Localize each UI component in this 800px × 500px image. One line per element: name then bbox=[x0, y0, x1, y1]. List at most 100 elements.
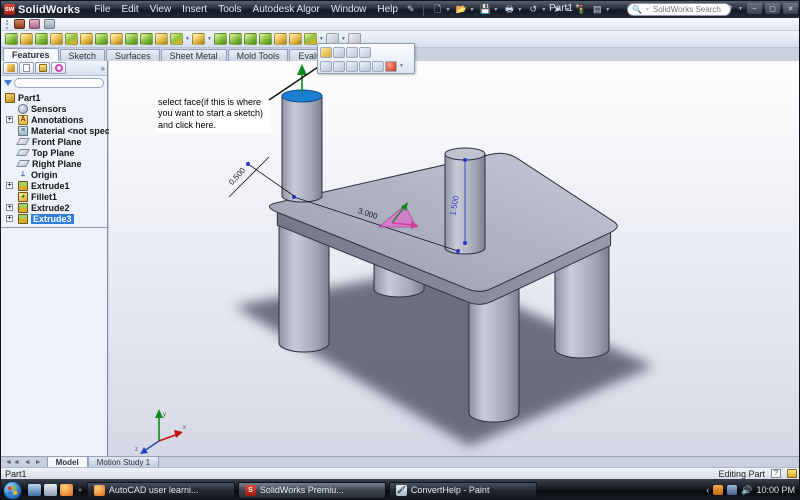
fillet-caret[interactable]: ▼ bbox=[185, 36, 190, 42]
menu-edit[interactable]: Edit bbox=[116, 2, 143, 17]
tree-item-origin[interactable]: ⟘Origin bbox=[1, 169, 107, 180]
dimxpert-tab-icon[interactable] bbox=[51, 62, 66, 74]
linear-pattern-icon[interactable] bbox=[192, 33, 205, 45]
menu-tools[interactable]: Tools bbox=[213, 2, 246, 17]
assembly-tool-icon[interactable] bbox=[14, 19, 25, 29]
draft-icon[interactable] bbox=[229, 33, 242, 45]
expand-box[interactable]: + bbox=[6, 215, 13, 222]
tray-chevron[interactable]: ‹ bbox=[706, 485, 709, 495]
save-caret[interactable]: ▼ bbox=[493, 7, 498, 13]
swept-cut-icon[interactable] bbox=[125, 33, 138, 45]
tree-item-fillet1[interactable]: ◕Fillet1 bbox=[1, 191, 107, 202]
dome-icon[interactable] bbox=[274, 33, 287, 45]
tab-model[interactable]: Model bbox=[47, 457, 88, 468]
show-desktop-icon[interactable] bbox=[28, 484, 41, 496]
expand-box[interactable]: + bbox=[6, 204, 13, 211]
menu-insert[interactable]: Insert bbox=[177, 2, 212, 17]
tab-motion-study[interactable]: Motion Study 1 bbox=[88, 457, 159, 468]
save-icon[interactable]: 💾 bbox=[479, 4, 491, 16]
reference-geometry-icon[interactable] bbox=[304, 33, 317, 45]
menu-view[interactable]: View bbox=[145, 2, 177, 17]
help-icon[interactable]: ? bbox=[727, 4, 732, 14]
quicklaunch-chevron[interactable]: » bbox=[78, 487, 82, 494]
tree-item-extrude2[interactable]: +Extrude2 bbox=[1, 202, 107, 213]
appearance-caret[interactable]: ▼ bbox=[399, 63, 404, 69]
new-caret[interactable]: ▼ bbox=[446, 7, 451, 13]
extruded-cut-icon[interactable] bbox=[80, 33, 93, 45]
volume-icon[interactable]: 🔊 bbox=[741, 485, 752, 496]
quick-tips-icon[interactable]: ? bbox=[771, 469, 781, 478]
menu-autodesk-algor[interactable]: Autodesk Algor bbox=[248, 2, 325, 17]
rotate-view-icon[interactable] bbox=[333, 61, 345, 72]
undo-caret[interactable]: ▼ bbox=[541, 7, 546, 13]
tree-item-annotations[interactable]: +AAnnotations bbox=[1, 114, 107, 125]
taskbar-window-autocad[interactable]: AutoCAD user learni... bbox=[87, 482, 235, 499]
swept-boss-icon[interactable] bbox=[35, 33, 48, 45]
configurationmanager-tab-icon[interactable] bbox=[35, 62, 50, 74]
tree-item-material[interactable]: ≡Material <not specified> bbox=[1, 125, 107, 136]
panel-expand-chevron[interactable]: » bbox=[101, 64, 105, 73]
curves-caret[interactable]: ▼ bbox=[341, 36, 346, 42]
tab-scroll-arrows[interactable]: ◄◄ ◄ ► bbox=[1, 459, 47, 466]
print-caret[interactable]: ▼ bbox=[517, 7, 522, 13]
new-document-icon[interactable]: 🗋 bbox=[432, 4, 444, 16]
tab-sheet-metal[interactable]: Sheet Metal bbox=[161, 49, 227, 61]
tab-surfaces[interactable]: Surfaces bbox=[106, 49, 160, 61]
menu-help[interactable]: Help bbox=[372, 2, 403, 17]
menu-file[interactable]: File bbox=[89, 2, 115, 17]
wrap-icon[interactable] bbox=[259, 33, 272, 45]
open-caret[interactable]: ▼ bbox=[469, 7, 474, 13]
revolved-boss-icon[interactable] bbox=[20, 33, 33, 45]
sketch-icon[interactable] bbox=[320, 47, 332, 58]
lofted-boss-icon[interactable] bbox=[50, 33, 63, 45]
search-input[interactable] bbox=[653, 5, 726, 14]
tree-item-sensors[interactable]: Sensors bbox=[1, 103, 107, 114]
network-icon[interactable] bbox=[727, 485, 737, 495]
restore-button[interactable]: ▢ bbox=[765, 3, 780, 14]
boundary-boss-icon[interactable] bbox=[65, 33, 78, 45]
minimize-button[interactable]: – bbox=[747, 3, 762, 14]
undo-icon[interactable]: ↺ bbox=[527, 4, 539, 16]
pattern-caret[interactable]: ▼ bbox=[207, 36, 212, 42]
motion-tool-icon[interactable] bbox=[44, 19, 55, 29]
tray-app-icon[interactable] bbox=[713, 485, 723, 495]
extruded-boss-icon[interactable] bbox=[5, 33, 18, 45]
leg-front[interactable] bbox=[469, 286, 519, 422]
firefox-quicklaunch-icon[interactable] bbox=[60, 484, 73, 496]
tree-item-extrude1[interactable]: +Extrude1 bbox=[1, 180, 107, 191]
fillet-icon[interactable] bbox=[155, 33, 168, 45]
window-switcher-icon[interactable] bbox=[44, 484, 57, 496]
pin-menu-icon[interactable]: ✎ bbox=[407, 4, 415, 15]
print-icon[interactable]: 🖶 bbox=[503, 4, 515, 16]
tall-boss-cylinder[interactable] bbox=[282, 90, 322, 202]
search-caret[interactable]: ▼ bbox=[645, 7, 650, 13]
render-tool-icon[interactable] bbox=[29, 19, 40, 29]
featuremanager-tab-icon[interactable] bbox=[3, 62, 18, 74]
appearance-icon[interactable] bbox=[385, 61, 397, 72]
taskbar-window-solidworks[interactable]: S SolidWorks Premiu... bbox=[238, 482, 386, 499]
close-button[interactable]: ✕ bbox=[783, 3, 798, 14]
graphics-viewport[interactable]: 1.500 3.000 0.500 bbox=[109, 61, 800, 456]
tree-item-top-plane[interactable]: Top Plane bbox=[1, 147, 107, 158]
hide-show-icon[interactable] bbox=[346, 47, 358, 58]
mirror-icon[interactable] bbox=[289, 33, 302, 45]
zoom-to-selection-icon[interactable] bbox=[320, 61, 332, 72]
anchor-icon[interactable] bbox=[372, 61, 384, 72]
open-icon[interactable]: 📂 bbox=[455, 4, 467, 16]
chamfer-icon[interactable] bbox=[170, 33, 183, 45]
tree-item-front-plane[interactable]: Front Plane bbox=[1, 136, 107, 147]
hole-wizard-icon[interactable] bbox=[95, 33, 108, 45]
shell-icon[interactable] bbox=[244, 33, 257, 45]
tree-item-part[interactable]: Part1 bbox=[1, 92, 107, 103]
tree-filter-input[interactable] bbox=[14, 78, 104, 88]
search-box[interactable]: 🔍 ▼ bbox=[627, 3, 731, 16]
magnify-icon[interactable] bbox=[359, 61, 371, 72]
tab-sketch[interactable]: Sketch bbox=[60, 49, 106, 61]
tab-features[interactable]: Features bbox=[3, 48, 59, 61]
expand-box[interactable]: + bbox=[6, 116, 13, 123]
tree-item-extrude3[interactable]: +Extrude3 bbox=[1, 213, 107, 224]
lofted-cut-icon[interactable] bbox=[140, 33, 153, 45]
pan-icon[interactable] bbox=[346, 61, 358, 72]
select-other-icon[interactable] bbox=[359, 47, 371, 58]
help-caret[interactable]: ▼ bbox=[738, 6, 743, 12]
